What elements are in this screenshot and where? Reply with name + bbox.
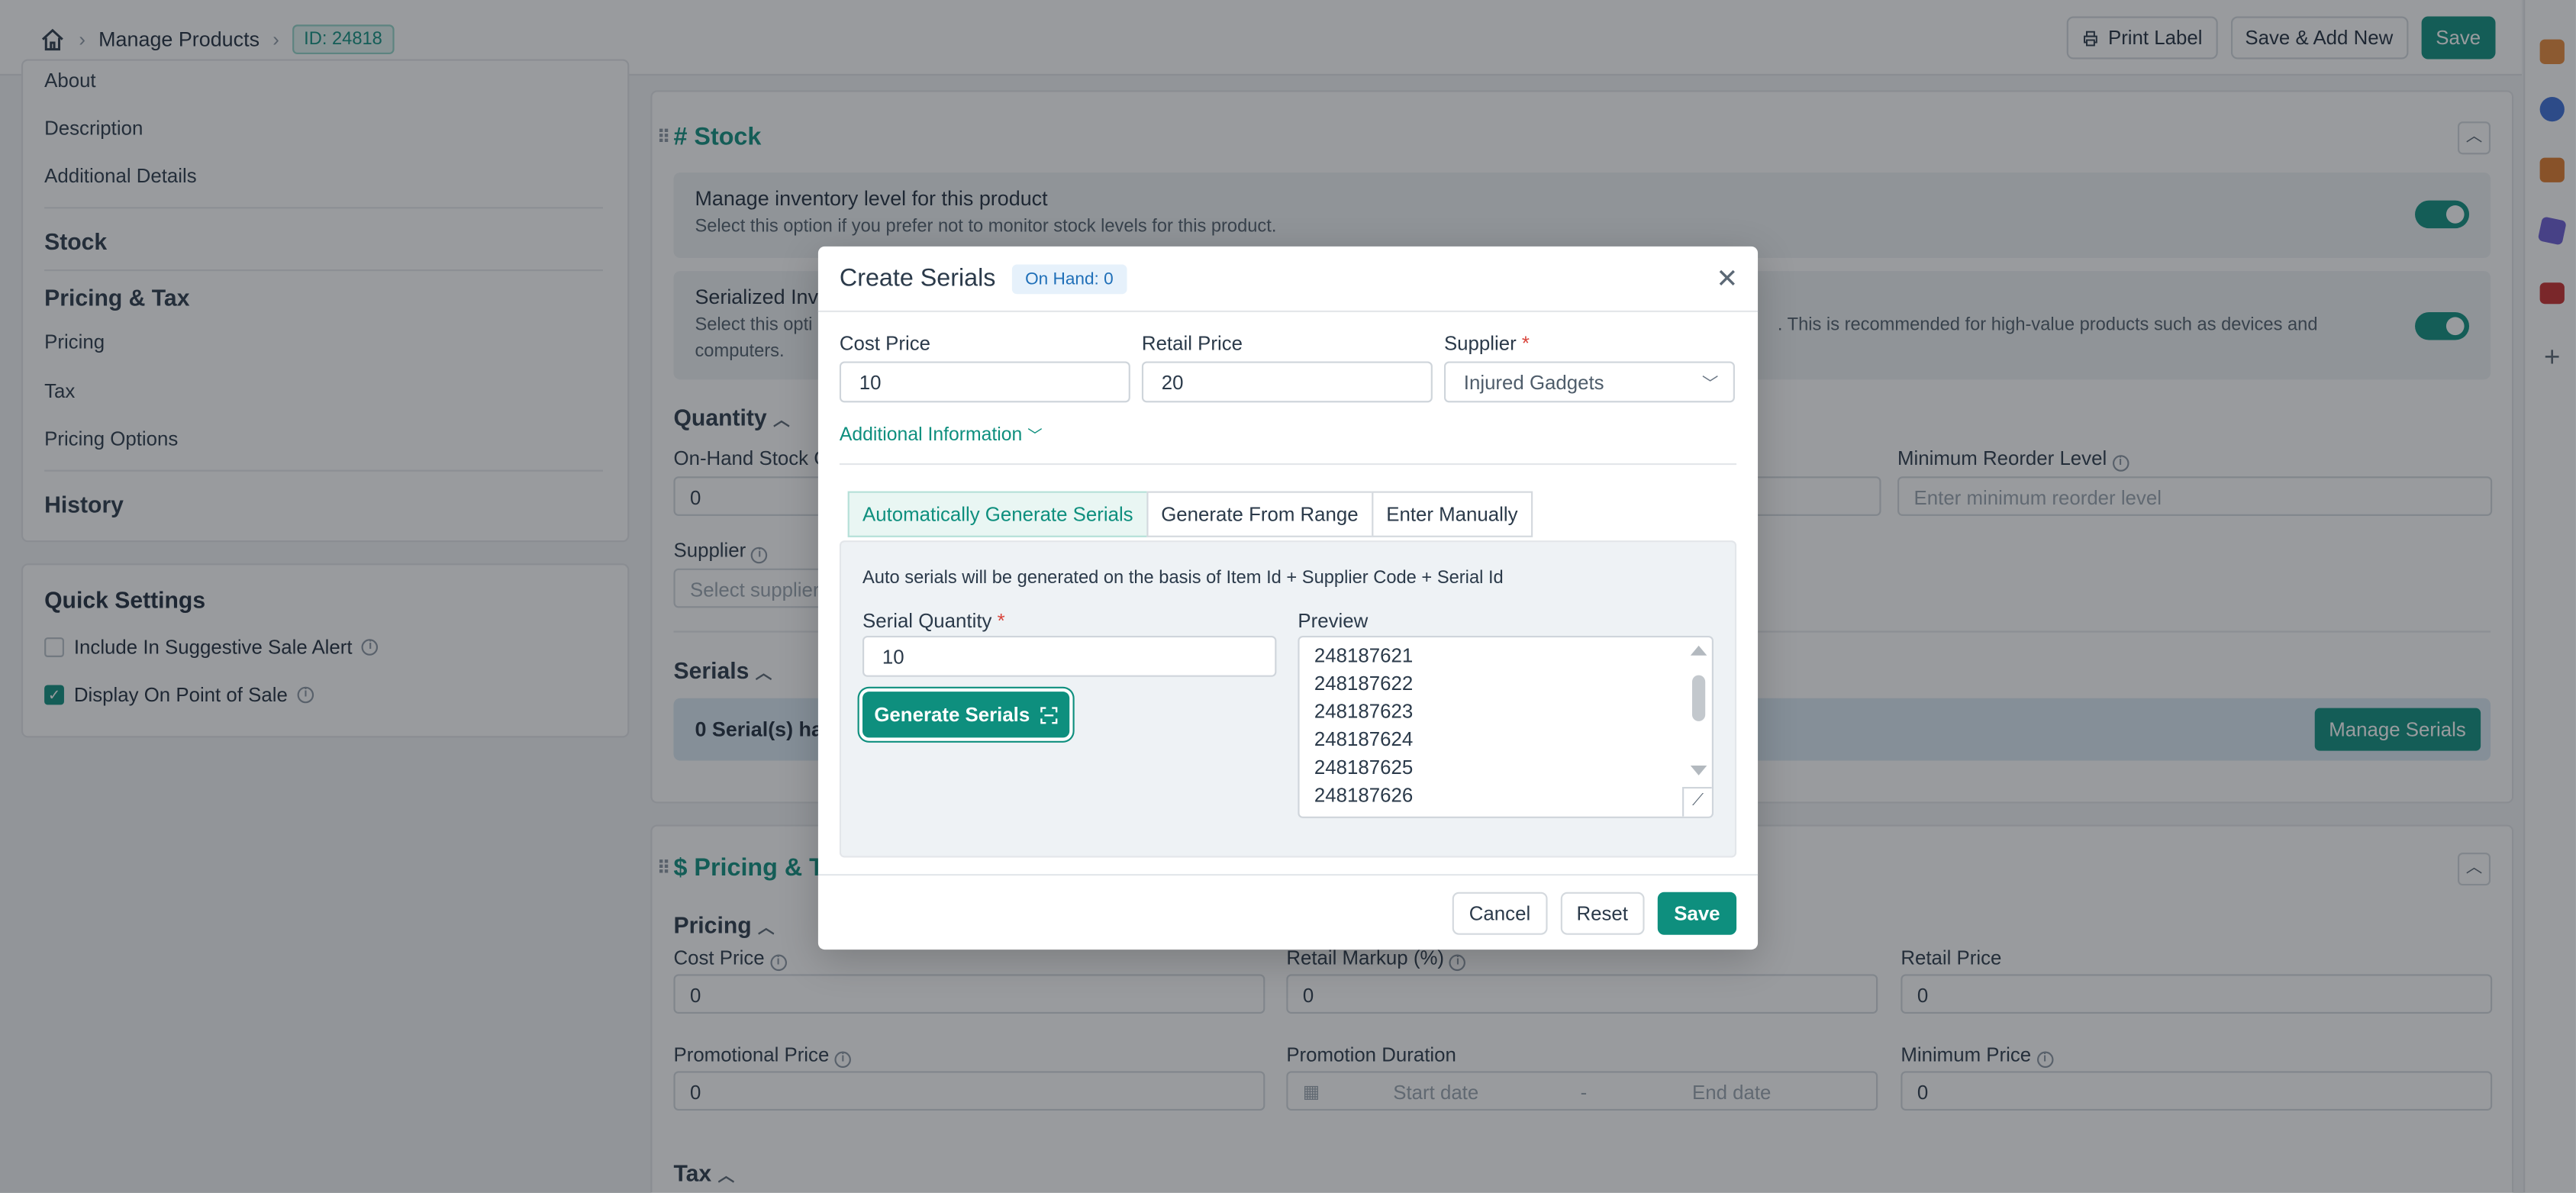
auto-generate-panel: Auto serials will be generated on the ba… <box>839 540 1737 858</box>
preview-line: 248187622 <box>1314 672 1414 695</box>
reset-button[interactable]: Reset <box>1559 892 1645 935</box>
preview-line: 248187621 <box>1314 643 1414 667</box>
modal-cost-price-input[interactable]: 10 <box>839 361 1130 403</box>
divider <box>839 463 1737 466</box>
app-root: › Manage Products › ID: 24818 Print Labe… <box>0 0 2576 1193</box>
tab-enter-manually[interactable]: Enter Manually <box>1371 491 1533 537</box>
preview-line: 248187623 <box>1314 699 1414 724</box>
auto-generate-note: Auto serials will be generated on the ba… <box>862 568 1504 588</box>
chevron-down-icon: ﹀ <box>1027 427 1043 444</box>
scan-icon <box>1040 706 1058 724</box>
serial-quantity-label: Serial Quantity * <box>862 610 1005 633</box>
scroll-thumb[interactable] <box>1691 675 1706 721</box>
create-serials-modal: Create Serials On Hand: 0 ✕ Cost Price 1… <box>817 246 1759 950</box>
modal-supplier-label-text: Supplier <box>1443 331 1517 355</box>
serial-mode-tabs: Automatically Generate Serials Generate … <box>847 491 1533 537</box>
modal-retail-price-label: Retail Price <box>1141 331 1243 355</box>
close-icon[interactable]: ✕ <box>1716 263 1738 295</box>
additional-information-toggle[interactable]: Additional Information ﹀ <box>840 424 1043 445</box>
preview-line: 248187625 <box>1314 756 1414 779</box>
preview-line: 248187626 <box>1314 783 1414 807</box>
scroll-up-icon[interactable] <box>1690 645 1707 656</box>
preview-line: 248187624 <box>1314 727 1414 751</box>
serial-quantity-label-text: Serial Quantity <box>862 609 992 633</box>
tab-auto-generate[interactable]: Automatically Generate Serials <box>847 491 1148 537</box>
resize-grip-icon[interactable]: ⟋ <box>1682 786 1712 817</box>
serial-quantity-input[interactable]: 10 <box>862 635 1277 677</box>
modal-footer: Cancel Reset Save <box>1452 892 1737 935</box>
modal-supplier-select[interactable]: Injured Gadgets ﹀ <box>1443 361 1735 403</box>
modal-save-button[interactable]: Save <box>1657 892 1737 935</box>
chevron-down-icon: ﹀ <box>1701 376 1719 395</box>
modal-cost-price-label: Cost Price <box>839 331 931 355</box>
cancel-button[interactable]: Cancel <box>1452 892 1547 935</box>
generate-serials-text: Generate Serials <box>874 703 1030 727</box>
on-hand-badge: On Hand: 0 <box>1011 264 1127 295</box>
modal-retail-price-input[interactable]: 20 <box>1141 361 1433 403</box>
preview-label: Preview <box>1298 609 1369 633</box>
modal-header: Create Serials On Hand: 0 ✕ <box>817 247 1759 312</box>
required-marker: * <box>997 609 1005 633</box>
preview-scrollbar[interactable] <box>1689 640 1709 811</box>
preview-textarea[interactable]: 248187621 248187622 248187623 248187624 … <box>1298 635 1714 818</box>
scroll-down-icon[interactable] <box>1690 766 1707 775</box>
modal-supplier-value: Injured Gadgets <box>1463 371 1604 395</box>
generate-serials-button[interactable]: Generate Serials <box>862 692 1070 738</box>
modal-supplier-label: Supplier * <box>1444 332 1530 355</box>
modal-footer-divider <box>817 874 1759 876</box>
tab-generate-from-range[interactable]: Generate From Range <box>1146 491 1374 537</box>
required-marker: * <box>1521 331 1530 355</box>
additional-information-text: Additional Information <box>839 425 1023 446</box>
modal-title: Create Serials <box>839 264 996 293</box>
